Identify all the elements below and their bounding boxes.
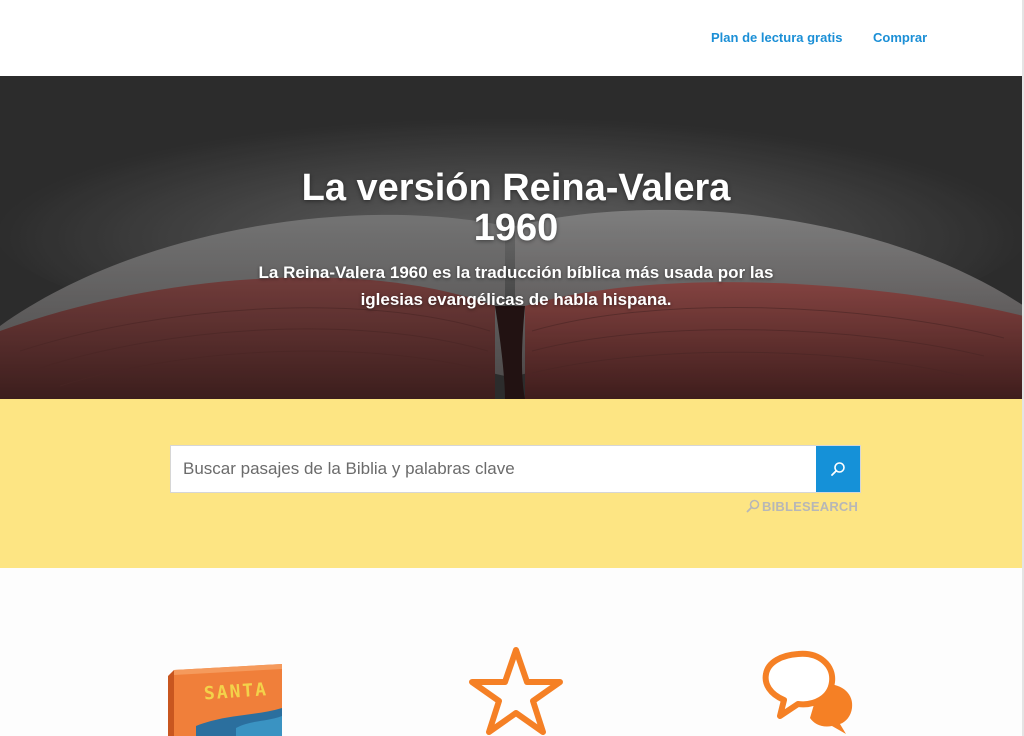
bible-cover-text: SANTA [203, 679, 268, 704]
biblesearch-brand-text: BIBLESEARCH [762, 498, 859, 514]
magnifier-icon [746, 499, 760, 513]
nav-link-buy[interactable]: Comprar [873, 30, 927, 45]
page-title: La versión Reina-Valera 1960 [301, 167, 731, 249]
search-bar [170, 445, 861, 493]
chat-bubbles-icon [758, 646, 856, 736]
search-section: BIBLESEARCH [0, 399, 1024, 568]
search-icon [831, 462, 845, 476]
hero-subtitle: La Reina-Valera 1960 es la traducción bí… [258, 263, 774, 309]
nav-link-reading-plan[interactable]: Plan de lectura gratis [711, 30, 843, 45]
bible-book-icon: SANTA [166, 664, 288, 736]
hero-banner: La versión Reina-Valera 1960 La Reina-Va… [0, 76, 1024, 399]
search-button[interactable] [816, 446, 860, 492]
biblesearch-logo: BIBLESEARCH [746, 497, 866, 515]
top-navigation: Plan de lectura gratis Comprar [0, 0, 1024, 76]
features-section: SANTA [0, 568, 1024, 736]
star-icon [466, 644, 566, 736]
search-input[interactable] [171, 446, 816, 492]
